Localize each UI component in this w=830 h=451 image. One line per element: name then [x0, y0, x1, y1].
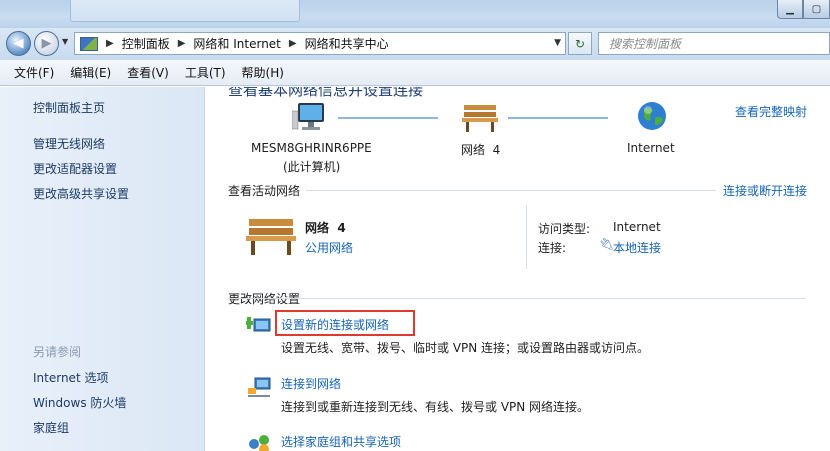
window-frame: ▁ ▢: [0, 0, 830, 28]
menu-file[interactable]: 文件(F): [6, 64, 62, 81]
menu-help[interactable]: 帮助(H): [234, 64, 292, 81]
see-also-heading: 另请参阅: [33, 345, 82, 359]
divider: [228, 298, 806, 299]
search-input[interactable]: 搜索控制面板: [598, 32, 830, 55]
connect-to-network-link[interactable]: 连接到网络: [281, 375, 341, 392]
map-internet-label: Internet: [627, 141, 675, 155]
chevron-right-icon[interactable]: ▶: [106, 38, 114, 49]
arrow-left-icon: ◀: [13, 36, 24, 51]
divider: [306, 190, 716, 191]
divider: [526, 205, 527, 269]
minimize-button[interactable]: ▁: [777, 0, 803, 19]
connections-label: 连接:: [538, 241, 567, 255]
breadcrumb-network-internet[interactable]: 网络和 Internet: [193, 35, 280, 52]
sidebar-link-internet-options[interactable]: Internet 选项: [33, 369, 108, 386]
access-type-label: 访问类型:: [538, 222, 591, 236]
bench-network-icon[interactable]: [462, 101, 498, 133]
active-network-name: 网络 4: [305, 221, 346, 235]
active-networks-title: 查看活动网络: [228, 184, 301, 198]
computer-icon[interactable]: [292, 101, 328, 133]
connect-disconnect-link[interactable]: 连接或断开连接: [723, 182, 807, 199]
chevron-right-icon[interactable]: ▶: [178, 38, 186, 49]
menu-tools[interactable]: 工具(T): [177, 64, 234, 81]
computer-sub-label: (此计算机): [283, 160, 341, 174]
map-network-name: 网络 4: [461, 143, 501, 157]
sidebar-link-manage-wireless[interactable]: 管理无线网络: [33, 135, 105, 152]
homegroup-sharing-link[interactable]: 选择家庭组和共享选项: [281, 433, 401, 450]
breadcrumb-control-panel[interactable]: 控制面板: [122, 35, 170, 52]
back-button[interactable]: ◀: [6, 31, 31, 56]
search-placeholder: 搜索控制面板: [609, 37, 682, 51]
address-dropdown-icon[interactable]: ▼: [554, 38, 561, 48]
globe-icon[interactable]: [636, 100, 668, 132]
refresh-icon: ↻: [574, 36, 586, 51]
main-content: 查看基本网络信息并设置连接 查看完整映射 MESM8GHRINR6PPE (此计…: [206, 87, 830, 451]
page-title: 查看基本网络信息并设置连接: [228, 87, 424, 99]
refresh-button[interactable]: ↻: [568, 32, 592, 55]
menu-view[interactable]: 查看(V): [119, 64, 177, 81]
sidebar-link-adapter-settings[interactable]: 更改适配器设置: [33, 160, 117, 177]
window-controls: ▁ ▢: [777, 0, 830, 20]
connection-line: [508, 117, 608, 119]
connect-network-icon: [248, 377, 271, 397]
sidebar-link-advanced-sharing[interactable]: 更改高级共享设置: [33, 185, 129, 202]
control-panel-icon: [80, 36, 98, 51]
breadcrumb-network-sharing-center[interactable]: 网络和共享中心: [305, 35, 389, 52]
setup-new-connection-link[interactable]: 设置新的连接或网络: [281, 316, 389, 333]
address-toolbar: ◀ ▶ ▼ ▶ 控制面板 ▶ 网络和 Internet ▶ 网络和共享中心 ▼ …: [0, 28, 830, 60]
view-full-map-link[interactable]: 查看完整映射: [735, 103, 807, 120]
sidebar-link-homegroup[interactable]: 家庭组: [33, 419, 69, 436]
connect-to-network-desc: 连接到或重新连接到无线、有线、拨号或 VPN 网络连接。: [281, 400, 590, 414]
arrow-right-icon: ▶: [41, 36, 52, 51]
homegroup-icon: [249, 435, 269, 451]
sidebar-link-windows-firewall[interactable]: Windows 防火墙: [33, 394, 126, 411]
access-type-value: Internet: [613, 220, 661, 234]
local-connection-link[interactable]: 本地连接: [613, 239, 661, 256]
menu-bar: 文件(F) 编辑(E) 查看(V) 工具(T) 帮助(H): [0, 60, 830, 86]
task-pane: 控制面板主页 管理无线网络 更改适配器设置 更改高级共享设置 另请参阅 Inte…: [0, 87, 205, 451]
chevron-right-icon[interactable]: ▶: [289, 38, 297, 49]
bench-network-icon: [246, 219, 296, 255]
computer-name: MESM8GHRINR6PPE: [251, 141, 372, 155]
network-type-link[interactable]: 公用网络: [305, 239, 353, 256]
new-connection-icon: [246, 317, 271, 332]
address-bar[interactable]: ▶ 控制面板 ▶ 网络和 Internet ▶ 网络和共享中心 ▼: [74, 32, 566, 55]
menu-edit[interactable]: 编辑(E): [62, 64, 119, 81]
setup-new-connection-desc: 设置无线、宽带、拨号、临时或 VPN 连接；或设置路由器或访问点。: [281, 341, 650, 355]
connection-line: [338, 117, 438, 119]
recent-pages-dropdown[interactable]: ▼: [62, 37, 68, 46]
maximize-button[interactable]: ▢: [803, 0, 830, 19]
forward-button[interactable]: ▶: [34, 31, 59, 56]
background-window-edge: [70, 0, 300, 22]
sidebar-link-control-panel-home[interactable]: 控制面板主页: [33, 99, 105, 116]
adapter-icon: 🔌︎: [599, 237, 615, 251]
